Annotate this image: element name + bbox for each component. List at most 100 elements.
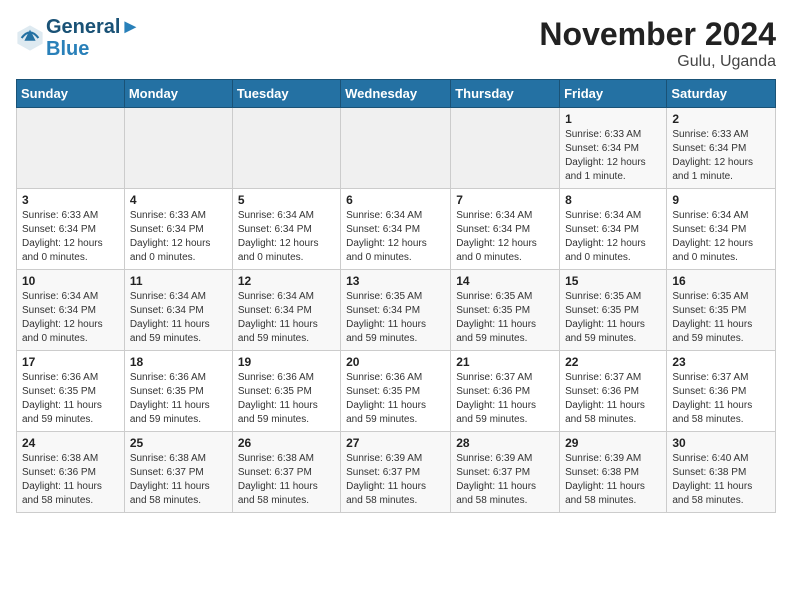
day-number: 8 — [565, 193, 661, 207]
day-number: 14 — [456, 274, 554, 288]
day-info: Sunrise: 6:35 AM Sunset: 6:35 PM Dayligh… — [672, 290, 770, 346]
day-info: Sunrise: 6:36 AM Sunset: 6:35 PM Dayligh… — [22, 371, 119, 427]
calendar-day-cell: 30 Sunrise: 6:40 AM Sunset: 6:38 PM Dayli… — [667, 432, 776, 513]
day-info: Sunrise: 6:34 AM Sunset: 6:34 PM Dayligh… — [565, 209, 661, 265]
calendar-day-cell: 8 Sunrise: 6:34 AM Sunset: 6:34 PM Daylig… — [560, 189, 667, 270]
day-number: 13 — [346, 274, 445, 288]
calendar-week-row: 1Sunrise: 6:33 AM Sunset: 6:34 PM Daylig… — [17, 108, 776, 189]
weekday-header-cell: Tuesday — [232, 80, 340, 108]
day-number: 26 — [238, 436, 335, 450]
day-info: Sunrise: 6:33 AM Sunset: 6:34 PM Dayligh… — [130, 209, 227, 265]
calendar-day-cell: 13 Sunrise: 6:35 AM Sunset: 6:34 PM Dayli… — [341, 270, 451, 351]
title-area: November 2024 Gulu, Uganda — [539, 16, 776, 71]
day-info: Sunrise: 6:36 AM Sunset: 6:35 PM Dayligh… — [346, 371, 445, 427]
calendar-day-cell: 15Sunrise: 6:35 AM Sunset: 6:35 PM Dayli… — [560, 270, 667, 351]
day-info: Sunrise: 6:40 AM Sunset: 6:38 PM Dayligh… — [672, 452, 770, 508]
day-number: 10 — [22, 274, 119, 288]
day-number: 21 — [456, 355, 554, 369]
day-info: Sunrise: 6:39 AM Sunset: 6:38 PM Dayligh… — [565, 452, 661, 508]
day-info: Sunrise: 6:36 AM Sunset: 6:35 PM Dayligh… — [130, 371, 227, 427]
day-number: 23 — [672, 355, 770, 369]
calendar-day-cell: 17 Sunrise: 6:36 AM Sunset: 6:35 PM Dayli… — [17, 351, 125, 432]
day-number: 9 — [672, 193, 770, 207]
calendar-day-cell: 4Sunrise: 6:33 AM Sunset: 6:34 PM Daylig… — [124, 189, 232, 270]
day-info: Sunrise: 6:38 AM Sunset: 6:37 PM Dayligh… — [238, 452, 335, 508]
weekday-header-cell: Monday — [124, 80, 232, 108]
day-number: 19 — [238, 355, 335, 369]
day-number: 27 — [346, 436, 445, 450]
logo-text: General► Blue — [46, 16, 140, 60]
day-number: 18 — [130, 355, 227, 369]
calendar-day-cell: 28Sunrise: 6:39 AM Sunset: 6:37 PM Dayli… — [451, 432, 560, 513]
calendar-week-row: 17 Sunrise: 6:36 AM Sunset: 6:35 PM Dayli… — [17, 351, 776, 432]
calendar-day-cell — [341, 108, 451, 189]
day-info: Sunrise: 6:34 AM Sunset: 6:34 PM Dayligh… — [238, 290, 335, 346]
calendar-day-cell: 2 Sunrise: 6:33 AM Sunset: 6:34 PM Daylig… — [667, 108, 776, 189]
day-info: Sunrise: 6:34 AM Sunset: 6:34 PM Dayligh… — [346, 209, 445, 265]
calendar-day-cell: 1Sunrise: 6:33 AM Sunset: 6:34 PM Daylig… — [560, 108, 667, 189]
calendar-day-cell: 24Sunrise: 6:38 AM Sunset: 6:36 PM Dayli… — [17, 432, 125, 513]
calendar-day-cell: 21Sunrise: 6:37 AM Sunset: 6:36 PM Dayli… — [451, 351, 560, 432]
day-info: Sunrise: 6:37 AM Sunset: 6:36 PM Dayligh… — [565, 371, 661, 427]
day-info: Sunrise: 6:34 AM Sunset: 6:34 PM Dayligh… — [238, 209, 335, 265]
day-number: 24 — [22, 436, 119, 450]
day-number: 12 — [238, 274, 335, 288]
calendar-day-cell: 7 Sunrise: 6:34 AM Sunset: 6:34 PM Daylig… — [451, 189, 560, 270]
day-number: 20 — [346, 355, 445, 369]
day-info: Sunrise: 6:34 AM Sunset: 6:34 PM Dayligh… — [130, 290, 227, 346]
calendar-day-cell: 22Sunrise: 6:37 AM Sunset: 6:36 PM Dayli… — [560, 351, 667, 432]
day-info: Sunrise: 6:33 AM Sunset: 6:34 PM Dayligh… — [565, 128, 661, 184]
logo: General► Blue — [16, 16, 140, 60]
calendar-day-cell: 14Sunrise: 6:35 AM Sunset: 6:35 PM Dayli… — [451, 270, 560, 351]
calendar-table: SundayMondayTuesdayWednesdayThursdayFrid… — [16, 79, 776, 513]
day-info: Sunrise: 6:33 AM Sunset: 6:34 PM Dayligh… — [22, 209, 119, 265]
calendar-week-row: 10 Sunrise: 6:34 AM Sunset: 6:34 PM Dayli… — [17, 270, 776, 351]
weekday-header-cell: Thursday — [451, 80, 560, 108]
weekday-header-cell: Wednesday — [341, 80, 451, 108]
month-title: November 2024 — [539, 16, 776, 53]
day-number: 6 — [346, 193, 445, 207]
calendar-day-cell — [124, 108, 232, 189]
day-info: Sunrise: 6:37 AM Sunset: 6:36 PM Dayligh… — [672, 371, 770, 427]
calendar-day-cell: 29 Sunrise: 6:39 AM Sunset: 6:38 PM Dayli… — [560, 432, 667, 513]
calendar-body: 1Sunrise: 6:33 AM Sunset: 6:34 PM Daylig… — [17, 108, 776, 513]
day-number: 25 — [130, 436, 227, 450]
location: Gulu, Uganda — [539, 53, 776, 71]
day-info: Sunrise: 6:35 AM Sunset: 6:34 PM Dayligh… — [346, 290, 445, 346]
calendar-day-cell: 16 Sunrise: 6:35 AM Sunset: 6:35 PM Dayli… — [667, 270, 776, 351]
calendar-day-cell — [232, 108, 340, 189]
calendar-day-cell: 20 Sunrise: 6:36 AM Sunset: 6:35 PM Dayli… — [341, 351, 451, 432]
day-number: 29 — [565, 436, 661, 450]
weekday-header-cell: Friday — [560, 80, 667, 108]
logo-icon — [16, 24, 44, 52]
calendar-day-cell: 11 Sunrise: 6:34 AM Sunset: 6:34 PM Dayli… — [124, 270, 232, 351]
day-number: 17 — [22, 355, 119, 369]
day-info: Sunrise: 6:34 AM Sunset: 6:34 PM Dayligh… — [22, 290, 119, 346]
day-number: 2 — [672, 112, 770, 126]
calendar-day-cell: 25 Sunrise: 6:38 AM Sunset: 6:37 PM Dayli… — [124, 432, 232, 513]
weekday-header-row: SundayMondayTuesdayWednesdayThursdayFrid… — [17, 80, 776, 108]
day-number: 30 — [672, 436, 770, 450]
calendar-day-cell — [17, 108, 125, 189]
calendar-day-cell: 26 Sunrise: 6:38 AM Sunset: 6:37 PM Dayli… — [232, 432, 340, 513]
calendar-day-cell: 23 Sunrise: 6:37 AM Sunset: 6:36 PM Dayli… — [667, 351, 776, 432]
day-number: 7 — [456, 193, 554, 207]
calendar-day-cell: 27 Sunrise: 6:39 AM Sunset: 6:37 PM Dayli… — [341, 432, 451, 513]
calendar-day-cell: 3 Sunrise: 6:33 AM Sunset: 6:34 PM Daylig… — [17, 189, 125, 270]
day-info: Sunrise: 6:36 AM Sunset: 6:35 PM Dayligh… — [238, 371, 335, 427]
calendar-day-cell: 5 Sunrise: 6:34 AM Sunset: 6:34 PM Daylig… — [232, 189, 340, 270]
calendar-week-row: 24Sunrise: 6:38 AM Sunset: 6:36 PM Dayli… — [17, 432, 776, 513]
day-info: Sunrise: 6:34 AM Sunset: 6:34 PM Dayligh… — [456, 209, 554, 265]
day-number: 3 — [22, 193, 119, 207]
day-number: 11 — [130, 274, 227, 288]
day-number: 16 — [672, 274, 770, 288]
day-info: Sunrise: 6:34 AM Sunset: 6:34 PM Dayligh… — [672, 209, 770, 265]
calendar-day-cell: 18 Sunrise: 6:36 AM Sunset: 6:35 PM Dayli… — [124, 351, 232, 432]
weekday-header-cell: Saturday — [667, 80, 776, 108]
day-number: 5 — [238, 193, 335, 207]
day-number: 28 — [456, 436, 554, 450]
day-info: Sunrise: 6:39 AM Sunset: 6:37 PM Dayligh… — [346, 452, 445, 508]
calendar-day-cell: 19 Sunrise: 6:36 AM Sunset: 6:35 PM Dayli… — [232, 351, 340, 432]
day-info: Sunrise: 6:33 AM Sunset: 6:34 PM Dayligh… — [672, 128, 770, 184]
day-info: Sunrise: 6:38 AM Sunset: 6:37 PM Dayligh… — [130, 452, 227, 508]
